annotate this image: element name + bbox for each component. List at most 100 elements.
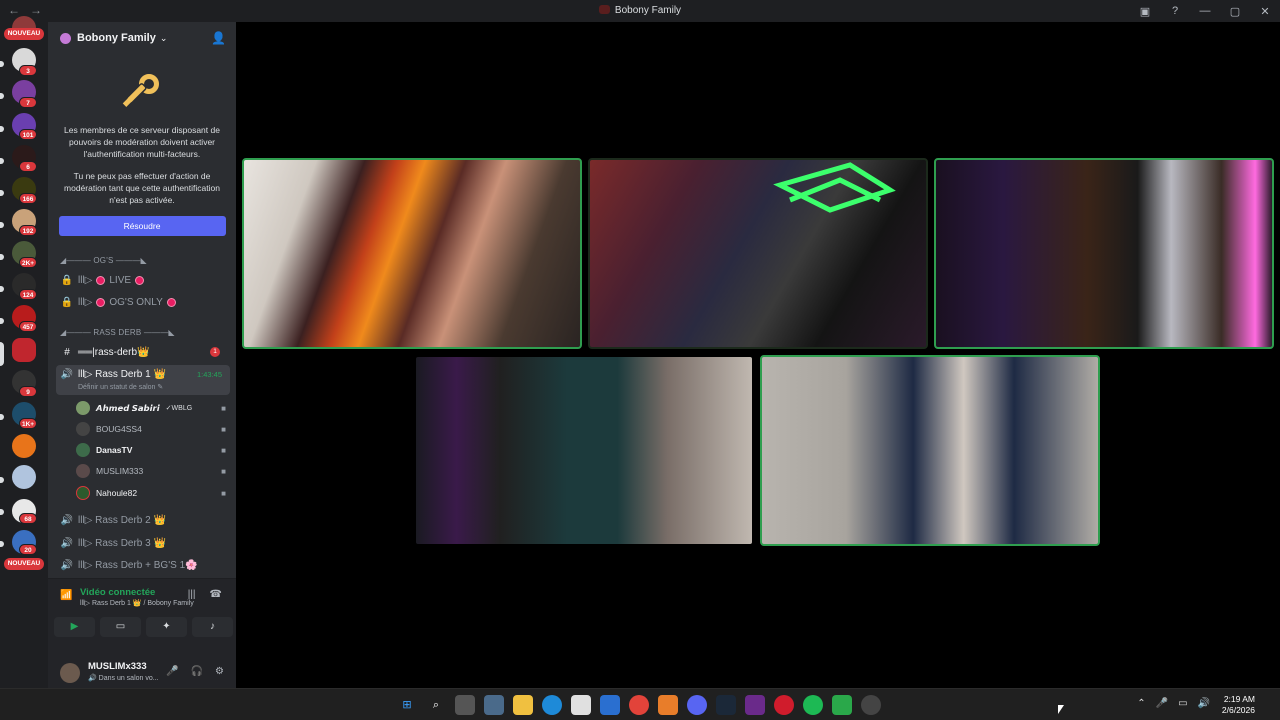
voice-channel-rass-derb-3[interactable]: 🔊 lll▷ Rass Derb 3 👑 bbox=[56, 533, 230, 553]
mention-badge: 101 bbox=[19, 129, 37, 140]
network-icon[interactable]: ▭ bbox=[1178, 698, 1187, 709]
call-timer: 1:43:45 bbox=[196, 370, 222, 379]
avatar[interactable] bbox=[60, 663, 80, 683]
video-tile-boug4ss4[interactable] bbox=[414, 355, 754, 546]
soundboard-button[interactable]: ♪ bbox=[192, 617, 233, 637]
mention-badge: 3 bbox=[19, 65, 37, 76]
mention-badge: 457 bbox=[19, 321, 37, 332]
clock[interactable]: 2:19 AM 2/6/2026 bbox=[1222, 694, 1255, 716]
spotify-icon[interactable] bbox=[803, 695, 823, 715]
channel-label: lll▷ Rass Derb 2 👑 bbox=[78, 514, 166, 526]
next-app-icon[interactable] bbox=[745, 695, 765, 715]
speaker-icon: 🔊 bbox=[60, 559, 74, 571]
channel-prefix: lll▷ bbox=[78, 296, 93, 308]
voice-channel-rass-derb-2[interactable]: 🔊 lll▷ Rass Derb 2 👑 bbox=[56, 510, 230, 530]
voice-user[interactable]: BOUG4SS4 ■ bbox=[76, 419, 226, 439]
task-view-icon[interactable] bbox=[455, 695, 475, 715]
gear-icon[interactable]: ⚙ bbox=[215, 666, 224, 677]
video-camera-icon: ■ bbox=[221, 466, 226, 476]
close-button[interactable]: ✕ bbox=[1250, 5, 1280, 18]
app-icon[interactable] bbox=[861, 695, 881, 715]
screen-share-button[interactable]: ▭ bbox=[100, 617, 141, 637]
user-name: DanasTV bbox=[96, 445, 133, 455]
store-icon[interactable] bbox=[571, 695, 591, 715]
microphone-icon[interactable]: 🎤 bbox=[1156, 698, 1168, 709]
signal-icon[interactable]: 📶 bbox=[60, 590, 72, 601]
server-icon[interactable] bbox=[12, 465, 36, 489]
video-camera-icon: ■ bbox=[221, 403, 226, 413]
search-icon[interactable]: ⌕ bbox=[426, 695, 446, 715]
inbox-icon[interactable]: ▣ bbox=[1130, 5, 1160, 18]
server-name: Bobony Family bbox=[77, 32, 156, 44]
voice-user[interactable]: Nahoule82 ■ bbox=[76, 483, 226, 503]
system-tray: ⌃ 🎤 ▭ 🔊 bbox=[1137, 698, 1210, 709]
connection-channel[interactable]: lll▷ Rass Derb 1 👑 / Bobony Family bbox=[80, 599, 194, 607]
server-list: NOUVEAU 3 7 101 6 166 192 2K+ 124 457 9 … bbox=[0, 16, 48, 688]
edge-icon[interactable] bbox=[542, 695, 562, 715]
noise-suppression-icon[interactable]: ||| bbox=[188, 589, 196, 600]
unread-pill bbox=[0, 126, 4, 132]
channel-status-prompt[interactable]: Définir un statut de salon ✎ bbox=[78, 383, 163, 391]
avatar bbox=[76, 486, 90, 500]
red-circle-icon bbox=[166, 297, 176, 307]
mention-badge: 1 bbox=[210, 347, 220, 357]
voice-user[interactable]: DanasTV ■ bbox=[76, 440, 226, 460]
video-tile-nahoule82[interactable] bbox=[760, 355, 1100, 546]
server-icon[interactable] bbox=[12, 434, 36, 458]
steam-icon[interactable] bbox=[716, 695, 736, 715]
speaker-icon: 🔊 bbox=[60, 537, 74, 549]
voice-channel-rass-derb-bgs[interactable]: 🔊 lll▷ Rass Derb + BG'S 1🌸 bbox=[56, 555, 230, 575]
unread-pill bbox=[0, 477, 4, 483]
window-title-text: Bobony Family bbox=[614, 5, 682, 16]
server-header[interactable]: Bobony Family ⌄ 👤 bbox=[48, 22, 236, 54]
video-tile-danastv[interactable] bbox=[588, 158, 928, 349]
chrome-icon[interactable] bbox=[629, 695, 649, 715]
windows-start-icon[interactable]: ⊞ bbox=[397, 695, 417, 715]
app-icon[interactable] bbox=[832, 695, 852, 715]
mail-icon[interactable] bbox=[600, 695, 620, 715]
add-person-icon[interactable]: 👤 bbox=[211, 31, 226, 45]
mfa-notice: Les membres de ce serveur disposant de p… bbox=[48, 54, 236, 236]
discord-icon[interactable] bbox=[687, 695, 707, 715]
mfa-text-1: Les membres de ce serveur disposant de p… bbox=[64, 125, 220, 159]
window-title: Bobony Family bbox=[0, 5, 1280, 16]
channel-rass-derb[interactable]: # ══|rass-derb👑 1 bbox=[56, 342, 230, 362]
activities-button[interactable]: ✦ bbox=[146, 617, 187, 637]
resolve-button[interactable]: Résoudre bbox=[58, 216, 226, 236]
avatar bbox=[76, 422, 90, 436]
video-tile-muslim333[interactable] bbox=[934, 158, 1274, 349]
help-icon[interactable]: ? bbox=[1160, 5, 1190, 17]
unread-pill bbox=[0, 254, 4, 260]
mention-badge: 9 bbox=[19, 386, 37, 397]
settings-app-icon[interactable] bbox=[484, 695, 504, 715]
server-icon-bobony-family[interactable] bbox=[12, 338, 36, 362]
file-explorer-icon[interactable] bbox=[513, 695, 533, 715]
maximize-button[interactable]: ▢ bbox=[1220, 5, 1250, 18]
mention-badge: 2K+ bbox=[19, 257, 38, 268]
channel-prefix: lll▷ bbox=[78, 274, 93, 286]
headphones-icon[interactable]: 🎧 bbox=[191, 666, 203, 677]
category-ogs[interactable]: ◢——— OG'S ———◣ bbox=[60, 256, 147, 265]
unread-pill bbox=[0, 190, 4, 196]
minimize-button[interactable]: — bbox=[1190, 5, 1220, 17]
user-name: BOUG4SS4 bbox=[96, 424, 142, 434]
avatar bbox=[76, 443, 90, 457]
voice-user[interactable]: MUSLIM333 ■ bbox=[76, 461, 226, 481]
app-icon[interactable] bbox=[658, 695, 678, 715]
lock-icon: 🔒 bbox=[60, 296, 74, 308]
microphone-icon[interactable]: 🎤 bbox=[166, 666, 178, 677]
voice-user[interactable]: 𝘼𝙝𝙢𝙚𝙙 𝙎𝙖𝙗𝙞𝙧𝙞 ✓WBLG ■ bbox=[76, 398, 226, 418]
chevron-up-icon[interactable]: ⌃ bbox=[1137, 698, 1145, 709]
video-camera-icon: ■ bbox=[221, 424, 226, 434]
lock-icon: 🔒 bbox=[60, 274, 74, 286]
video-tile-ahmed-sabiri[interactable] bbox=[242, 158, 582, 349]
voice-channel-rass-derb-1[interactable]: 🔊 lll▷ Rass Derb 1 👑 1:43:45 Définir un … bbox=[56, 365, 230, 395]
camera-button[interactable]: ▶ bbox=[54, 617, 95, 637]
category-rass-derb[interactable]: ◢——— RASS DERB ———◣ bbox=[60, 328, 175, 337]
channel-ogs-only[interactable]: 🔒 lll▷ OG'S ONLY bbox=[56, 292, 230, 312]
channel-live[interactable]: 🔒 lll▷ LIVE bbox=[56, 270, 230, 290]
volume-icon[interactable]: 🔊 bbox=[1198, 698, 1210, 709]
disconnect-icon[interactable]: ☎ bbox=[210, 589, 222, 600]
new-badge: NOUVEAU bbox=[4, 28, 44, 40]
opera-icon[interactable] bbox=[774, 695, 794, 715]
